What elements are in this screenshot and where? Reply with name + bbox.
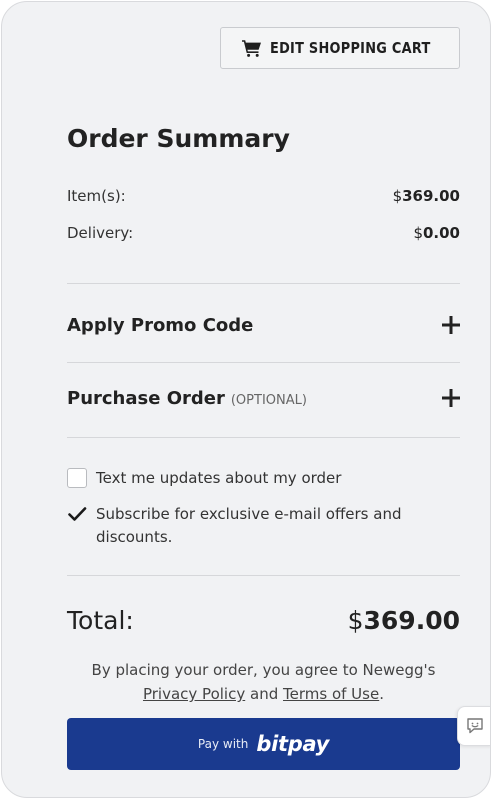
divider: [67, 437, 460, 438]
total-label: Total:: [67, 606, 134, 635]
items-label: Item(s):: [67, 187, 126, 205]
privacy-policy-link[interactable]: Privacy Policy: [143, 685, 245, 703]
items-value: $369.00: [392, 187, 460, 205]
pay-with-label: Pay with: [197, 737, 249, 751]
optional-tag: (OPTIONAL): [230, 392, 307, 408]
delivery-row: Delivery: $0.00: [67, 224, 460, 242]
plus-icon: [442, 316, 460, 334]
subscribe-checkbox[interactable]: [67, 504, 87, 524]
plus-icon: [442, 389, 460, 407]
pay-with-bitpay-button[interactable]: Pay with bitpay: [67, 718, 460, 770]
text-updates-label: Text me updates about my order: [96, 469, 342, 487]
text-updates-option: Text me updates about my order: [67, 467, 460, 490]
edit-shopping-cart-button[interactable]: EDIT SHOPPING CART: [220, 27, 460, 69]
apply-promo-code-toggle[interactable]: Apply Promo Code: [67, 312, 460, 338]
delivery-label: Delivery:: [67, 224, 134, 242]
order-summary-title: Order Summary: [67, 124, 290, 153]
feedback-chat-icon: [467, 718, 483, 734]
divider: [67, 575, 460, 576]
edit-shopping-cart-label: EDIT SHOPPING CART: [269, 39, 431, 57]
total-value: $369.00: [347, 606, 460, 635]
apply-promo-code-label: Apply Promo Code: [67, 314, 254, 336]
purchase-order-toggle[interactable]: Purchase Order (OPTIONAL): [67, 385, 460, 411]
text-updates-checkbox[interactable]: [67, 468, 87, 488]
items-row: Item(s): $369.00: [67, 187, 460, 205]
order-summary-panel: EDIT SHOPPING CART Order Summary Item(s)…: [1, 1, 491, 798]
terms-of-use-link[interactable]: Terms of Use: [283, 685, 379, 703]
delivery-value: $0.00: [413, 224, 460, 242]
cart-icon: [241, 40, 261, 57]
subscribe-label: Subscribe for exclusive e-mail offers an…: [96, 505, 402, 546]
total-row: Total: $369.00: [67, 606, 460, 635]
checkmark-icon: [68, 507, 87, 521]
legal-notice: By placing your order, you agree to Newe…: [91, 661, 436, 703]
divider: [67, 283, 460, 284]
purchase-order-label: Purchase Order (OPTIONAL): [67, 387, 307, 409]
divider: [67, 362, 460, 363]
bitpay-logo: bitpay: [256, 732, 330, 756]
subscribe-option: Subscribe for exclusive e-mail offers an…: [67, 503, 460, 549]
feedback-button[interactable]: [457, 706, 490, 746]
